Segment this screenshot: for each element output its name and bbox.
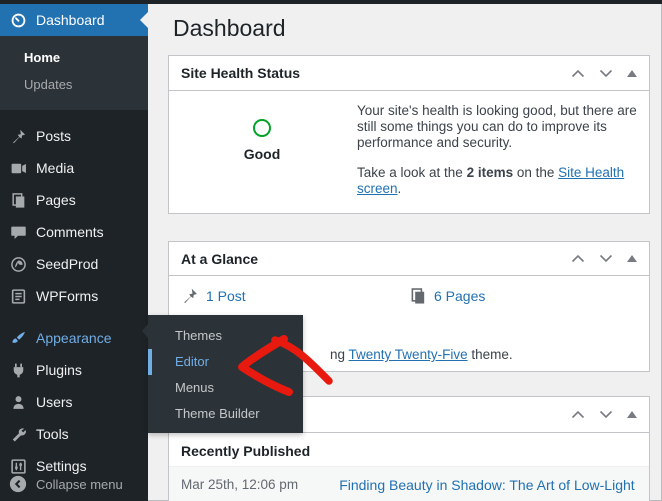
move-up-icon[interactable] bbox=[571, 69, 585, 78]
published-post-row: Mar 25th, 12:06 pm Finding Beauty in Sha… bbox=[169, 466, 649, 501]
sidebar-item-label: Media bbox=[36, 160, 74, 176]
post-title-link[interactable]: Finding Beauty in Shadow: The Art of Low… bbox=[339, 475, 637, 501]
theme-version-text: ng Twenty Twenty-Five theme. bbox=[330, 347, 513, 362]
wordpress-admin-window: Dashboard Home Updates Posts Media bbox=[0, 0, 662, 501]
pages-icon bbox=[409, 287, 427, 305]
panel-controls bbox=[571, 69, 637, 78]
sidebar-item-comments[interactable]: Comments bbox=[0, 216, 148, 248]
menu-separator bbox=[0, 312, 148, 322]
sidebar-item-label: Plugins bbox=[36, 362, 82, 378]
flyout-item-theme-builder[interactable]: Theme Builder bbox=[148, 401, 303, 427]
seedprod-leaf-icon bbox=[8, 254, 28, 274]
sidebar-item-label: Users bbox=[36, 394, 73, 410]
move-down-icon[interactable] bbox=[599, 254, 613, 263]
sidebar-item-tools[interactable]: Tools bbox=[0, 418, 148, 450]
sidebar-item-plugins[interactable]: Plugins bbox=[0, 354, 148, 386]
pages-icon bbox=[8, 190, 28, 210]
move-down-icon[interactable] bbox=[599, 69, 613, 78]
sidebar-item-label: SeedProd bbox=[36, 256, 98, 272]
cta-text: on the bbox=[513, 165, 558, 180]
comment-bubble-icon bbox=[8, 222, 28, 242]
at-a-glance-panel-header[interactable]: At a Glance bbox=[169, 242, 649, 276]
pages-count-link[interactable]: 6 Pages bbox=[434, 288, 485, 304]
sidebar-item-label: WPForms bbox=[36, 288, 98, 304]
sidebar-main-nav: Posts Media Pages Comments bbox=[0, 110, 148, 482]
wrench-icon bbox=[8, 424, 28, 444]
move-up-icon[interactable] bbox=[571, 254, 585, 263]
paintbrush-icon bbox=[8, 328, 28, 348]
cta-text: Take a look at the bbox=[357, 165, 467, 180]
collapse-panel-icon[interactable] bbox=[627, 70, 637, 77]
appearance-flyout-menu: Themes Editor Menus Theme Builder bbox=[148, 315, 303, 433]
sidebar-item-dashboard[interactable]: Dashboard bbox=[0, 4, 148, 36]
sidebar-item-home[interactable]: Home bbox=[0, 44, 148, 71]
site-health-cta: Take a look at the 2 items on the Site H… bbox=[357, 165, 637, 197]
admin-sidebar: Dashboard Home Updates Posts Media bbox=[0, 0, 148, 501]
flyout-notch bbox=[142, 324, 148, 338]
collapse-panel-icon[interactable] bbox=[627, 255, 637, 262]
cta-items-count: 2 items bbox=[467, 165, 514, 180]
cta-text: . bbox=[398, 181, 402, 196]
user-icon bbox=[8, 392, 28, 412]
panel-controls bbox=[571, 410, 637, 419]
panel-title: Site Health Status bbox=[181, 65, 300, 81]
health-good-circle-icon bbox=[253, 119, 271, 137]
sidebar-item-label: Tools bbox=[36, 426, 69, 442]
glance-pages-item: 6 Pages bbox=[409, 284, 637, 308]
collapse-panel-icon[interactable] bbox=[627, 411, 637, 418]
plugin-icon bbox=[8, 360, 28, 380]
sidebar-item-media[interactable]: Media bbox=[0, 152, 148, 184]
flyout-item-menus[interactable]: Menus bbox=[148, 375, 303, 401]
active-item-notch bbox=[140, 12, 148, 28]
site-health-body: Good Your site's health is looking good,… bbox=[169, 91, 649, 213]
sidebar-item-users[interactable]: Users bbox=[0, 386, 148, 418]
sidebar-item-pages[interactable]: Pages bbox=[0, 184, 148, 216]
dashboard-gauge-icon bbox=[8, 10, 28, 30]
theme-text: ng bbox=[330, 347, 349, 362]
sidebar-item-updates[interactable]: Updates bbox=[0, 71, 148, 98]
site-health-status: Good bbox=[181, 103, 343, 197]
glance-posts-item: 1 Post bbox=[181, 284, 409, 308]
page-title: Dashboard bbox=[173, 14, 650, 42]
collapse-menu-button[interactable]: Collapse menu bbox=[0, 469, 148, 499]
move-down-icon[interactable] bbox=[599, 410, 613, 419]
site-health-panel: Site Health Status Good Your site's heal… bbox=[168, 55, 650, 214]
collapse-menu-label: Collapse menu bbox=[36, 477, 123, 492]
site-health-description: Your site's health is looking good, but … bbox=[357, 103, 637, 151]
pushpin-icon bbox=[181, 287, 199, 305]
flyout-item-themes[interactable]: Themes bbox=[148, 323, 303, 349]
sidebar-item-seedprod[interactable]: SeedProd bbox=[0, 248, 148, 280]
wpforms-icon bbox=[8, 286, 28, 306]
pushpin-icon bbox=[8, 126, 28, 146]
flyout-item-editor[interactable]: Editor bbox=[148, 349, 303, 375]
panel-title: At a Glance bbox=[181, 251, 258, 267]
sidebar-item-label: Posts bbox=[36, 128, 71, 144]
theme-link[interactable]: Twenty Twenty-Five bbox=[349, 347, 468, 362]
dashboard-submenu: Home Updates bbox=[0, 36, 148, 110]
site-health-text: Your site's health is looking good, but … bbox=[343, 103, 637, 197]
sidebar-item-label: Appearance bbox=[36, 330, 112, 346]
sidebar-item-posts[interactable]: Posts bbox=[0, 120, 148, 152]
collapse-arrow-icon bbox=[8, 474, 28, 494]
move-up-icon[interactable] bbox=[571, 410, 585, 419]
sidebar-item-label: Comments bbox=[36, 224, 104, 240]
sidebar-item-wpforms[interactable]: WPForms bbox=[0, 280, 148, 312]
health-status-label: Good bbox=[244, 146, 281, 162]
theme-text: theme. bbox=[468, 347, 513, 362]
admin-bar-sliver bbox=[0, 0, 662, 4]
media-icon bbox=[8, 158, 28, 178]
panel-controls bbox=[571, 254, 637, 263]
sidebar-item-label: Dashboard bbox=[36, 12, 105, 28]
sidebar-item-label: Pages bbox=[36, 192, 76, 208]
posts-count-link[interactable]: 1 Post bbox=[206, 288, 246, 304]
site-health-panel-header[interactable]: Site Health Status bbox=[169, 56, 649, 91]
post-date: Mar 25th, 12:06 pm bbox=[181, 475, 339, 501]
sidebar-item-appearance[interactable]: Appearance bbox=[0, 322, 148, 354]
recently-published-heading: Recently Published bbox=[169, 433, 649, 466]
